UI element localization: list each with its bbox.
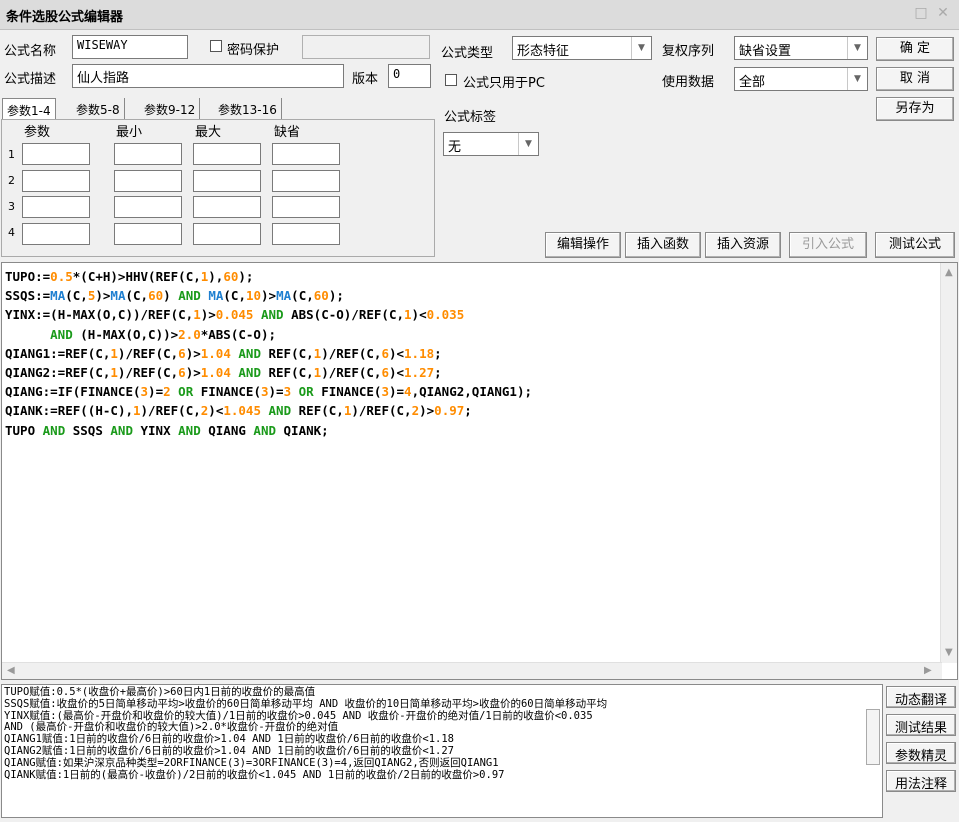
data-label: 使用数据 [662,75,715,90]
param-min-input[interactable] [114,143,182,165]
param-min-input[interactable] [114,223,182,245]
param-wizard-button[interactable]: 参数精灵 [886,742,956,764]
formula-type-value: 形态特征 [517,44,570,59]
close-icon[interactable]: ✕ [936,6,950,20]
scroll-left-icon[interactable]: ◀ [7,665,15,676]
explanation-line: QIANG2赋值:1日前的收盘价/6日前的收盘价>1.04 AND 1日前的收盘… [4,744,455,757]
param-min-input[interactable] [114,170,182,192]
formula-tag-label: 公式标签 [444,110,497,125]
title-bar: 条件选股公式编辑器 □ ✕ [0,0,959,30]
formula-desc-input[interactable]: 仙人指路 [72,64,344,88]
cancel-button[interactable]: 取 消 [876,67,954,91]
test-formula-button[interactable]: 测试公式 [875,232,955,258]
explanation-line: SSQS赋值:收盘价的5日简单移动平均>收盘价的60日简单移动平均 AND 收盘… [4,697,608,710]
fq-label: 复权序列 [662,44,715,59]
param-header-name: 参数 [24,125,51,140]
param-header-min: 最小 [116,125,143,140]
version-label: 版本 [352,72,379,87]
param-name-input[interactable] [22,223,90,245]
horizontal-scrollbar[interactable]: ◀ ▶ [2,662,942,679]
param-header-default: 缺省 [274,125,301,140]
code-text[interactable]: TUPO:=0.5*(C+H)>HHV(REF(C,1),60); SSQS:=M… [5,267,532,440]
dynamic-translate-button[interactable]: 动态翻译 [886,686,956,708]
chevron-down-icon: ▼ [847,68,867,90]
password-protect-checkbox[interactable] [210,40,222,52]
edit-operations-button[interactable]: 编辑操作 [545,232,621,258]
password-protect-label: 密码保护 [227,43,280,58]
formula-desc-label: 公式描述 [4,72,57,87]
password-input [302,35,430,59]
param-name-input[interactable] [22,143,90,165]
param-max-input[interactable] [193,170,261,192]
explanation-line: QIANK赋值:1日前的(最高价-收盘价)/2日前的收盘价<1.045 AND … [4,768,505,781]
param-default-input[interactable] [272,143,340,165]
ok-button[interactable]: 确 定 [876,37,954,61]
pc-only-label: 公式只用于PC [463,76,545,91]
param-row-number: 2 [8,174,15,187]
code-line: QIANG2:=REF(C,1)/REF(C,6)>1.04 AND REF(C… [5,365,442,381]
code-line: SSQS:=MA(C,5)>MA(C,60) AND MA(C,10)>MA(C… [5,288,344,304]
param-name-input[interactable] [22,170,90,192]
code-line: TUPO:=0.5*(C+H)>HHV(REF(C,1),60); [5,269,254,284]
param-max-input[interactable] [193,223,261,245]
param-default-input[interactable] [272,170,340,192]
param-max-input[interactable] [193,196,261,218]
param-name-input[interactable] [22,196,90,218]
formula-tag-value: 无 [448,140,462,155]
tab-params-13-16[interactable]: 参数13-16 [214,98,282,120]
code-line: TUPO AND SSQS AND YINX AND QIANG AND QIA… [5,422,329,438]
data-select[interactable]: 全部 ▼ [734,67,868,91]
fq-select[interactable]: 缺省设置 ▼ [734,36,868,60]
chevron-down-icon: ▼ [631,37,651,59]
chevron-down-icon: ▼ [847,37,867,59]
window-title: 条件选股公式编辑器 [6,10,124,25]
formula-tag-select[interactable]: 无 ▼ [443,132,539,156]
param-row-number: 1 [8,148,15,161]
tab-params-5-8[interactable]: 参数5-8 [72,98,125,120]
explanation-panel: TUPO赋值:0.5*(收盘价+最高价)>60日内1日前的收盘价的最高值 SSQS… [1,684,883,818]
code-line: AND (H-MAX(O,C))>2.0*ABS(C-O); [50,326,277,342]
param-min-input[interactable] [114,196,182,218]
formula-editor-window: 条件选股公式编辑器 □ ✕ 公式名称 WISEWAY 密码保护 公式类型 形态特… [0,0,959,822]
explanation-line: QIANG赋值:如果沪深京品种类型=2ORFINANCE(3)=3ORFINAN… [4,756,499,769]
chevron-down-icon: ▼ [518,133,538,155]
param-row-number: 4 [8,226,15,239]
param-panel: 参数 最小 最大 缺省 1 2 3 4 [1,119,435,257]
explanation-scrollbar[interactable] [866,709,880,765]
code-line: QIANK:=REF((H-C),1)/REF(C,2)<1.045 AND R… [5,403,472,419]
test-result-button[interactable]: 测试结果 [886,714,956,736]
explanation-text: TUPO赋值:0.5*(收盘价+最高价)>60日内1日前的收盘价的最高值 SSQS… [4,686,608,781]
tab-params-1-4[interactable]: 参数1-4 [2,98,56,120]
formula-name-label: 公式名称 [4,44,57,59]
pc-only-checkbox[interactable] [445,74,457,86]
import-formula-button[interactable]: 引入公式 [789,232,867,258]
scroll-down-icon[interactable]: ▼ [945,647,953,658]
fq-value: 缺省设置 [739,44,792,59]
param-max-input[interactable] [193,143,261,165]
param-default-input[interactable] [272,196,340,218]
tab-params-9-12[interactable]: 参数9-12 [140,98,201,120]
code-editor[interactable]: TUPO:=0.5*(C+H)>HHV(REF(C,1),60); SSQS:=M… [1,262,958,680]
formula-name-input[interactable]: WISEWAY [72,35,188,59]
usage-note-button[interactable]: 用法注释 [886,770,956,792]
save-as-button[interactable]: 另存为 [876,97,954,121]
param-row-number: 3 [8,200,15,213]
version-input[interactable]: 0 [388,64,431,88]
param-default-input[interactable] [272,223,340,245]
insert-resource-button[interactable]: 插入资源 [705,232,781,258]
vertical-scrollbar[interactable]: ▲ ▼ [940,263,957,663]
formula-type-select[interactable]: 形态特征 ▼ [512,36,652,60]
code-line: YINX:=(H-MAX(O,C))/REF(C,1)>0.045 AND AB… [5,307,465,323]
scroll-right-icon[interactable]: ▶ [924,665,932,676]
code-line: QIANG:=IF(FINANCE(3)=2 OR FINANCE(3)=3 O… [5,384,533,400]
insert-function-button[interactable]: 插入函数 [625,232,701,258]
code-line: QIANG1:=REF(C,1)/REF(C,6)>1.04 AND REF(C… [5,345,442,361]
param-header-max: 最大 [195,125,222,140]
maximize-icon[interactable]: □ [914,6,928,20]
formula-type-label: 公式类型 [441,46,494,61]
scroll-up-icon[interactable]: ▲ [945,267,953,278]
data-value: 全部 [739,75,766,90]
